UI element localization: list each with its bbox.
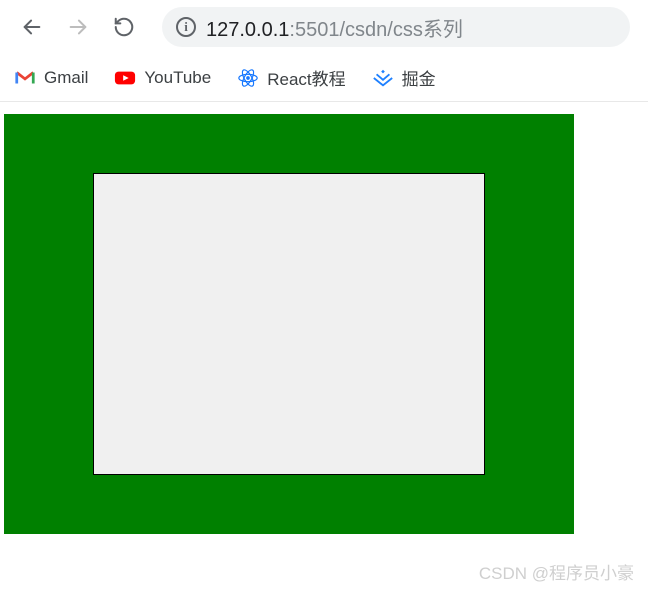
url-port: :5501 (289, 19, 339, 41)
url-host: 127.0.0.1 (206, 19, 289, 41)
juejin-icon (372, 67, 394, 89)
bookmark-react[interactable]: React教程 (237, 65, 345, 90)
bookmark-label: YouTube (144, 68, 211, 88)
watermark: CSDN @程序员小豪 (479, 559, 634, 584)
outer-box (4, 114, 574, 534)
bookmark-juejin[interactable]: 掘金 (372, 65, 436, 90)
reload-button[interactable] (110, 13, 138, 41)
url-path: /csdn/css系列 (339, 19, 462, 41)
page-content (0, 102, 648, 534)
bookmark-gmail[interactable]: Gmail (14, 67, 88, 89)
bookmark-label: Gmail (44, 68, 88, 88)
gmail-icon (14, 67, 36, 89)
address-bar[interactable]: i 127.0.0.1:5501/csdn/css系列 (162, 7, 630, 47)
arrow-right-icon (67, 16, 89, 38)
site-info-icon[interactable]: i (176, 17, 196, 37)
browser-toolbar: i 127.0.0.1:5501/csdn/css系列 (0, 0, 648, 54)
forward-button[interactable] (64, 13, 92, 41)
react-icon (237, 67, 259, 89)
inner-box (93, 173, 485, 475)
reload-icon (113, 16, 135, 38)
bookmarks-bar: Gmail YouTube React教程 (0, 54, 648, 102)
youtube-icon (114, 67, 136, 89)
url-text: 127.0.0.1:5501/csdn/css系列 (206, 13, 463, 42)
bookmark-youtube[interactable]: YouTube (114, 67, 211, 89)
arrow-left-icon (21, 16, 43, 38)
bookmark-label: 掘金 (402, 65, 436, 90)
bookmark-label: React教程 (267, 65, 345, 90)
back-button[interactable] (18, 13, 46, 41)
